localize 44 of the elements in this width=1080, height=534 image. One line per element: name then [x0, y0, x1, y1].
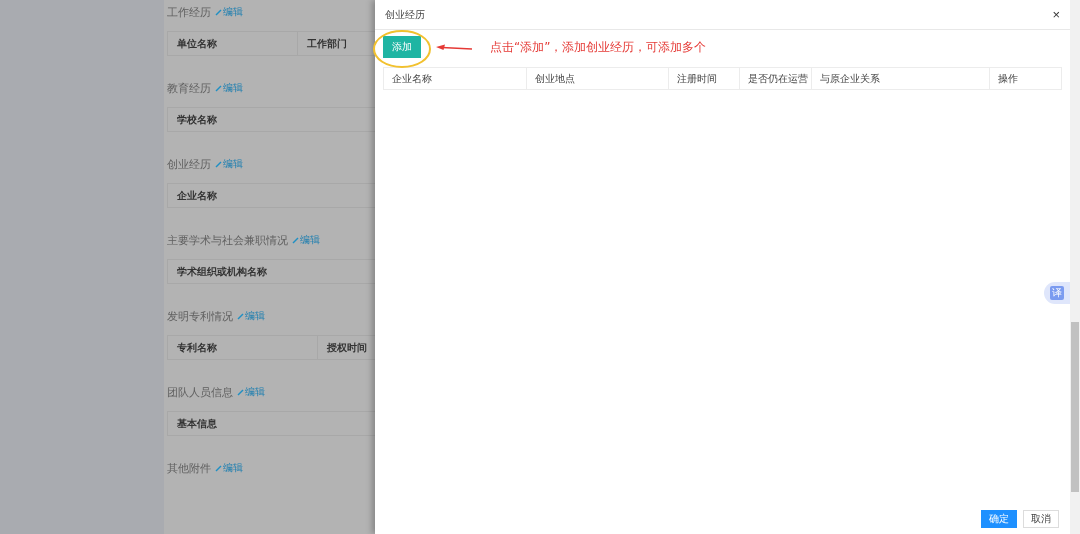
edit-link[interactable]: 编辑 — [237, 385, 265, 399]
edit-link[interactable]: 编辑 — [215, 461, 243, 475]
column-header: 基本信息 — [176, 416, 218, 431]
close-button[interactable]: × — [1052, 7, 1060, 22]
pencil-icon — [215, 464, 222, 472]
column-header: 学校名称 — [176, 112, 218, 127]
cancel-button[interactable]: 取消 — [1023, 510, 1059, 528]
highlight-ellipse — [372, 29, 432, 69]
section-title: 其他附件 — [167, 460, 211, 476]
column-header: 与原企业关系 — [812, 68, 991, 89]
section-title: 主要学术与社会兼职情况 — [167, 232, 288, 248]
drawer-title: 创业经历 — [385, 7, 425, 22]
edit-link[interactable]: 编辑 — [215, 5, 243, 19]
edit-link[interactable]: 编辑 — [292, 233, 320, 247]
confirm-button[interactable]: 确定 — [981, 510, 1017, 528]
pencil-icon — [237, 388, 244, 396]
section-title: 教育经历 — [167, 80, 211, 96]
pencil-icon — [215, 84, 222, 92]
section-title: 团队人员信息 — [167, 384, 233, 400]
column-header: 专利名称 — [176, 340, 218, 355]
column-header: 学术组织或机构名称 — [176, 264, 268, 279]
pencil-icon — [292, 236, 299, 244]
annotation-arrow — [436, 44, 472, 52]
column-header: 企业名称 — [176, 188, 218, 203]
add-button[interactable]: 添加 — [383, 36, 421, 58]
edit-link[interactable]: 编辑 — [215, 81, 243, 95]
column-header: 是否仍在运营 — [740, 68, 813, 89]
section-title: 创业经历 — [167, 156, 211, 172]
column-header: 操作 — [997, 72, 1020, 86]
section-title: 工作经历 — [167, 4, 211, 20]
annotation-text: 点击“添加”，添加创业经历，可添加多个 — [490, 38, 707, 56]
column-header: 单位名称 — [176, 36, 218, 51]
pencil-icon — [215, 160, 222, 168]
pencil-icon — [215, 8, 222, 16]
column-header: 注册时间 — [668, 68, 741, 89]
column-header: 企业名称 — [384, 68, 527, 89]
scrollbar-thumb[interactable] — [1071, 322, 1079, 492]
section-title: 发明专利情况 — [167, 308, 233, 324]
edit-link[interactable]: 编辑 — [215, 157, 243, 171]
translate-label: 译 — [1050, 286, 1064, 300]
edit-link[interactable]: 编辑 — [237, 309, 265, 323]
column-header: 创业地点 — [526, 68, 669, 89]
pencil-icon — [237, 312, 244, 320]
translate-button[interactable]: 译 — [1044, 282, 1070, 304]
